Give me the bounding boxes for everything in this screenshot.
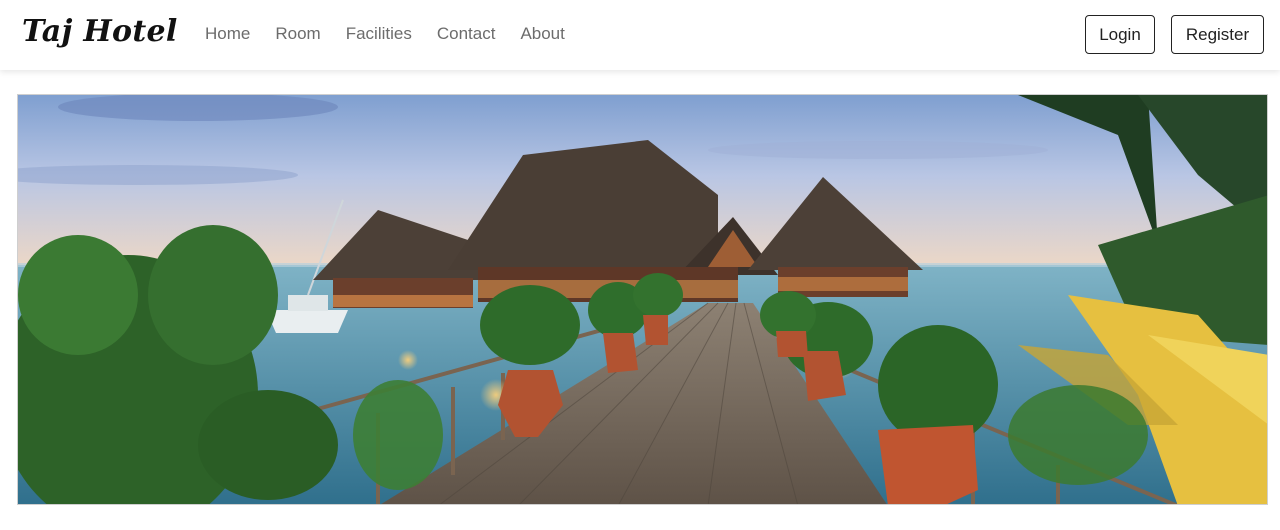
- nav-link-room[interactable]: Room: [275, 23, 320, 45]
- main-nav: Home Room Facilities Contact About: [205, 23, 565, 45]
- nav-link-home[interactable]: Home: [205, 23, 250, 45]
- auth-buttons: Login Register: [1085, 15, 1264, 54]
- resort-boardwalk-illustration: [18, 95, 1267, 504]
- login-button[interactable]: Login: [1085, 15, 1155, 54]
- nav-link-contact[interactable]: Contact: [437, 23, 496, 45]
- hero-image: [17, 94, 1268, 505]
- nav-link-facilities[interactable]: Facilities: [346, 23, 412, 45]
- nav-link-about[interactable]: About: [520, 23, 564, 45]
- register-button[interactable]: Register: [1171, 15, 1264, 54]
- navbar: Taj Hotel Home Room Facilities Contact A…: [0, 0, 1280, 70]
- brand-logo[interactable]: Taj Hotel: [22, 14, 178, 49]
